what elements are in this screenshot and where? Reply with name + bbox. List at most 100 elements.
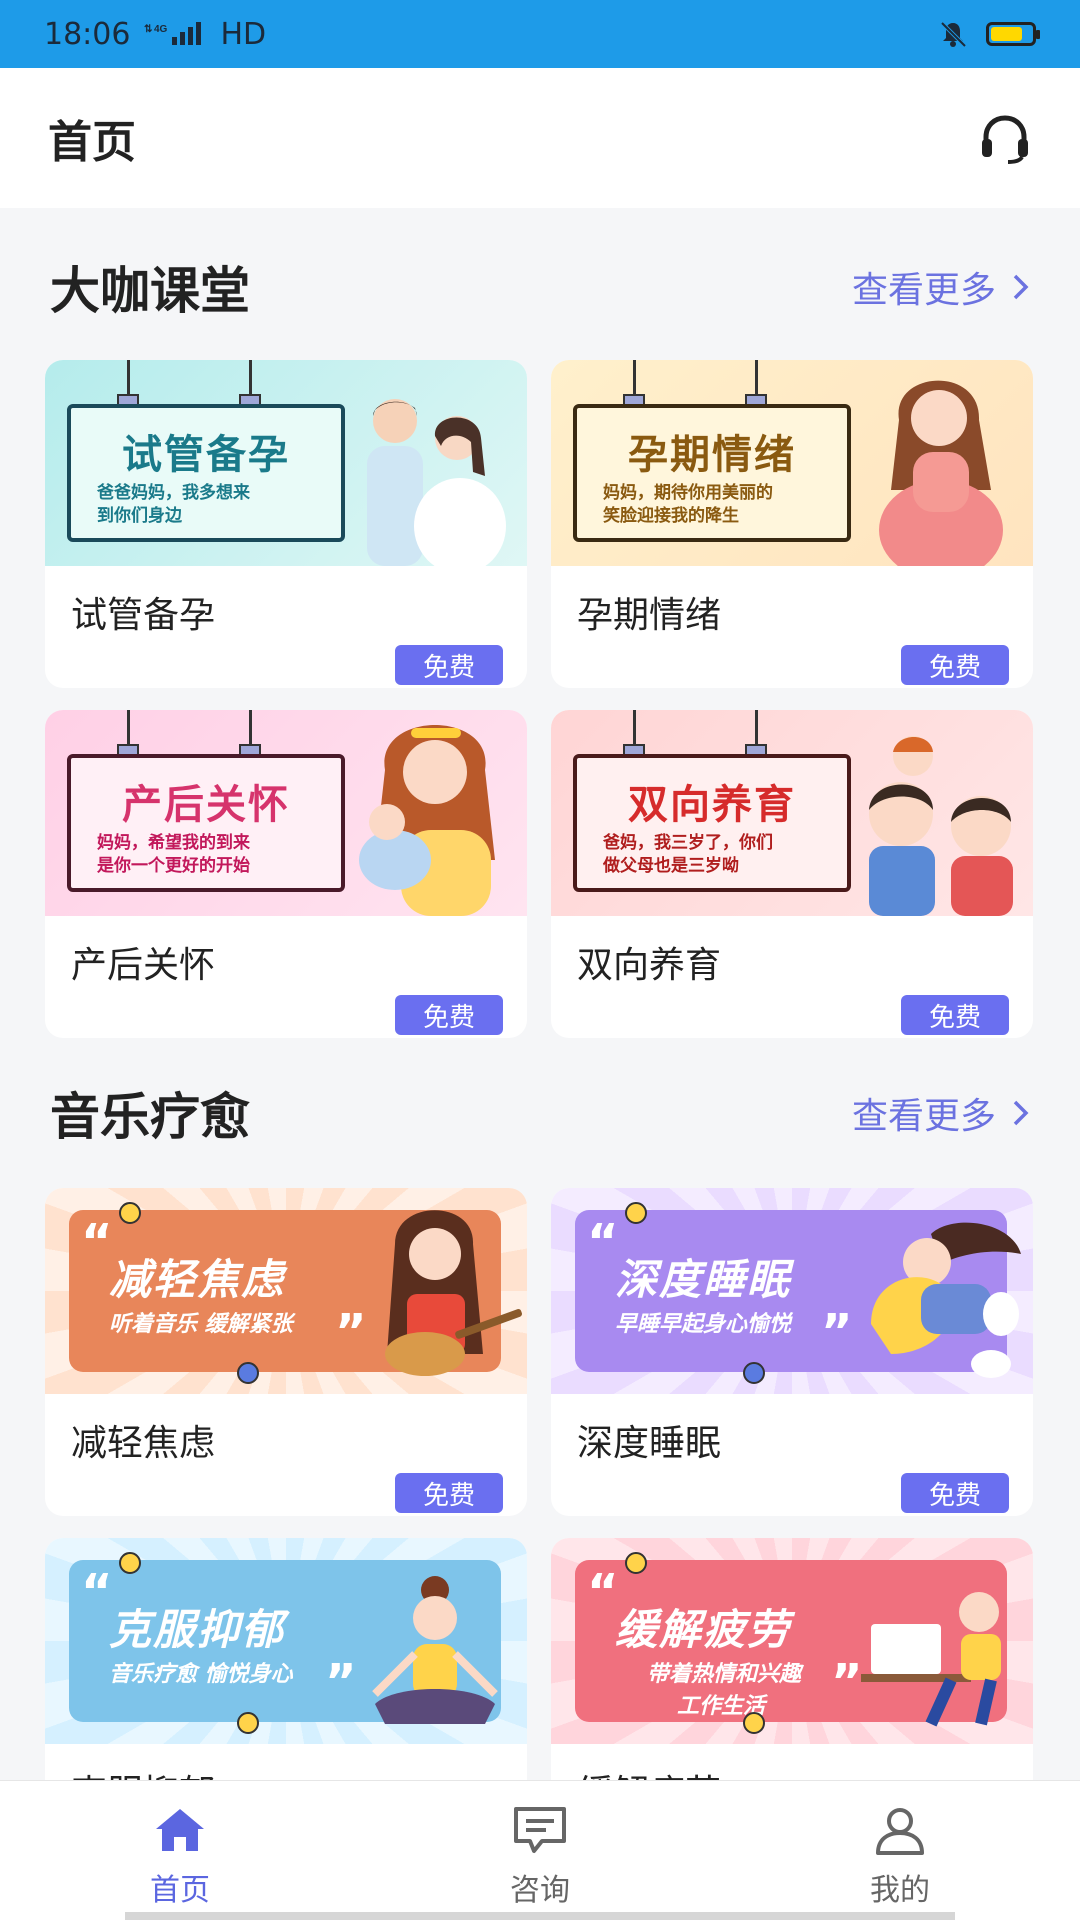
banner-subtitle-line: 做父母也是三岁呦 <box>603 856 739 876</box>
course-banner-image: 双向养育 爸妈，我三岁了，你们 做父母也是三岁呦 <box>551 710 1033 916</box>
course-title: 产后关怀 <box>71 945 216 986</box>
music-title: 减轻焦虑 <box>71 1423 216 1464</box>
sleeping-girl-illustration <box>871 1222 1021 1378</box>
status-bar: 18:06 ⇅ 4G HD <box>0 0 1080 68</box>
tab-home[interactable]: 首页 <box>80 1781 280 1909</box>
tab-mine[interactable]: 我的 <box>800 1781 1000 1909</box>
banner-subtitle-line: 妈妈，希望我的到来 <box>97 833 250 853</box>
course-banner-image: 孕期情绪 妈妈，期待你用美丽的 笑脸迎接我的降生 <box>551 360 1033 566</box>
banner-subtitle: 妈妈，期待你用美丽的 笑脸迎接我的降生 <box>603 482 837 528</box>
section-header-courses: 大咖课堂 查看更多 <box>0 242 1080 332</box>
status-left: 18:06 ⇅ 4G HD <box>44 17 266 52</box>
free-badge: 免费 <box>395 1473 503 1513</box>
banner-subtitle: 带着热情和兴趣 工作生活 <box>647 1656 801 1720</box>
section-header-music: 音乐疗愈 查看更多 <box>0 1068 1080 1158</box>
page-title: 首页 <box>48 117 136 168</box>
view-more-label: 查看更多 <box>851 270 996 311</box>
course-title: 孕期情绪 <box>577 595 722 636</box>
banner-subtitle-line: 笑脸迎接我的降生 <box>603 506 739 526</box>
network-type-label: 4G <box>154 24 168 35</box>
banner-subtitle: 爸妈，我三岁了，你们 做父母也是三岁呦 <box>603 832 837 878</box>
course-title: 试管备孕 <box>71 595 216 636</box>
banner-subtitle-line: 带着热情和兴趣 <box>647 1662 802 1687</box>
banner-subtitle: 听着音乐 缓解紧张 <box>109 1312 293 1337</box>
course-card[interactable]: 孕期情绪 妈妈，期待你用美丽的 笑脸迎接我的降生 孕期情绪 免费 <box>551 360 1033 688</box>
banner-board: 双向养育 爸妈，我三岁了，你们 做父母也是三岁呦 <box>573 754 851 892</box>
banner-subtitle-line: 爸爸妈妈，我多想来 <box>97 483 250 503</box>
banner-board: 产后关怀 妈妈，希望我的到来 是你一个更好的开始 <box>67 754 345 892</box>
music-card[interactable]: 深度睡眠 早睡早起身心愉悦 “ ” 深度睡眠 免费 <box>551 1188 1033 1516</box>
free-badge: 免费 <box>901 1473 1009 1513</box>
status-time: 18:06 <box>44 16 131 52</box>
banner-title: 试管备孕 <box>122 432 290 478</box>
gesture-bar <box>125 1912 955 1920</box>
mute-bell-icon <box>940 21 967 48</box>
pregnant-woman-illustration <box>879 380 1003 566</box>
banner-subtitle-line: 妈妈，期待你用美丽的 <box>603 483 773 503</box>
music-title: 深度睡眠 <box>577 1423 722 1464</box>
course-banner-image: 试管备孕 爸爸妈妈，我多想来 到你们身边 <box>45 360 527 566</box>
course-card[interactable]: 双向养育 爸妈，我三岁了，你们 做父母也是三岁呦 双向养育 免费 <box>551 710 1033 1038</box>
free-badge: 免费 <box>901 645 1009 685</box>
banner-subtitle: 音乐疗愈 愉悦身心 <box>109 1662 293 1687</box>
status-right <box>938 19 1040 49</box>
home-icon <box>156 1809 204 1851</box>
chat-icon <box>514 1807 566 1853</box>
section-title: 大咖课堂 <box>50 262 250 320</box>
user-icon <box>876 1808 924 1855</box>
free-badge: 免费 <box>395 645 503 685</box>
music-banner-image: 克服抑郁 音乐疗愈 愉悦身心 “ ” <box>45 1538 527 1744</box>
banner-title: 克服抑郁 <box>109 1605 286 1654</box>
tab-consult[interactable]: 咨询 <box>440 1781 640 1909</box>
banner-subtitle: 妈妈，希望我的到来 是你一个更好的开始 <box>97 832 331 878</box>
headset-icon[interactable] <box>978 111 1032 165</box>
banner-subtitle-line: 工作生活 <box>677 1694 766 1719</box>
meditation-woman-illustration <box>372 1576 498 1724</box>
course-card[interactable]: 产后关怀 妈妈，希望我的到来 是你一个更好的开始 产后关怀 免费 <box>45 710 527 1038</box>
banner-board: 试管备孕 爸爸妈妈，我多想来 到你们身边 <box>67 404 345 542</box>
tab-label: 咨询 <box>510 1873 570 1908</box>
music-grid: 减轻焦虑 听着音乐 缓解紧张 “ ” 减轻焦虑 免费 深度睡眠 早睡早起身心愉悦 <box>45 1188 1035 1866</box>
couple-illustration <box>367 399 506 566</box>
tab-label: 首页 <box>150 1873 210 1908</box>
banner-subtitle-line: 是你一个更好的开始 <box>97 856 250 876</box>
signal-icon: ⇅ 4G <box>144 22 202 45</box>
banner-title: 双向养育 <box>628 782 796 828</box>
banner-title: 深度睡眠 <box>615 1255 792 1304</box>
section-title: 音乐疗愈 <box>50 1088 250 1146</box>
course-grid: 试管备孕 爸爸妈妈，我多想来 到你们身边 试管备孕 免费 孕期情绪 妈妈，期待你… <box>45 360 1035 1038</box>
app-bar: 首页 <box>0 68 1080 208</box>
banner-subtitle-line: 到你们身边 <box>97 506 182 526</box>
banner-title: 缓解疲劳 <box>615 1605 792 1654</box>
mother-baby-illustration <box>359 725 495 916</box>
free-badge: 免费 <box>901 995 1009 1035</box>
banner-subtitle: 爸爸妈妈，我多想来 到你们身边 <box>97 482 331 528</box>
banner-title: 减轻焦虑 <box>109 1255 286 1304</box>
chevron-right-icon <box>1013 274 1029 300</box>
view-more-music-link[interactable]: 查看更多 <box>852 1087 1032 1139</box>
working-man-illustration <box>861 1592 1001 1727</box>
svg-text:⇅: ⇅ <box>144 24 153 35</box>
free-badge: 免费 <box>395 995 503 1035</box>
banner-subtitle-line: 爸妈，我三岁了，你们 <box>603 833 773 853</box>
battery-icon <box>986 22 1040 46</box>
chevron-right-icon <box>1013 1100 1029 1126</box>
banner-title: 产后关怀 <box>122 782 290 828</box>
music-banner-image: 深度睡眠 早睡早起身心愉悦 “ ” <box>551 1188 1033 1394</box>
course-banner-image: 产后关怀 妈妈，希望我的到来 是你一个更好的开始 <box>45 710 527 916</box>
family-illustration <box>869 736 1013 916</box>
course-title: 双向养育 <box>577 945 722 986</box>
music-banner-image: 减轻焦虑 听着音乐 缓解紧张 “ ” <box>45 1188 527 1394</box>
hd-label: HD <box>220 16 267 52</box>
bottom-tab-bar: 首页 咨询 我的 <box>0 1780 1080 1921</box>
music-banner-image: 缓解疲劳 带着热情和兴趣 工作生活 “ ” <box>551 1538 1033 1744</box>
banner-subtitle: 早睡早起身心愉悦 <box>615 1312 792 1337</box>
banner-board: 孕期情绪 妈妈，期待你用美丽的 笑脸迎接我的降生 <box>573 404 851 542</box>
guitar-girl-illustration <box>385 1210 522 1376</box>
view-more-courses-link[interactable]: 查看更多 <box>852 261 1032 313</box>
banner-title: 孕期情绪 <box>628 432 796 478</box>
music-card[interactable]: 减轻焦虑 听着音乐 缓解紧张 “ ” 减轻焦虑 免费 <box>45 1188 527 1516</box>
tab-label: 我的 <box>870 1873 930 1908</box>
view-more-label: 查看更多 <box>851 1096 996 1137</box>
course-card[interactable]: 试管备孕 爸爸妈妈，我多想来 到你们身边 试管备孕 免费 <box>45 360 527 688</box>
